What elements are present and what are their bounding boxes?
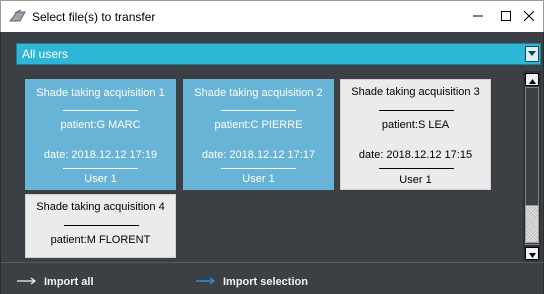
import-all-label: Import all	[44, 276, 94, 288]
divider	[221, 168, 296, 169]
title-bar: Select file(s) to transfer	[0, 0, 544, 32]
vertical-scrollbar[interactable]	[523, 71, 541, 262]
card-title: Shade taking acquisition 4	[36, 201, 165, 213]
minimize-icon	[473, 10, 483, 24]
acquisition-card[interactable]: Shade taking acquisition 2 patient:C PIE…	[183, 79, 334, 190]
card-title: Shade taking acquisition 1	[36, 87, 165, 99]
card-date: date: 2018.12.12 17:19	[43, 149, 158, 161]
divider	[221, 110, 296, 111]
dialog-body: All users Shade taking acquisition 1 pat…	[0, 32, 544, 294]
scroll-down-button[interactable]	[525, 247, 539, 260]
scroll-thumb[interactable]	[525, 205, 539, 243]
divider	[63, 168, 138, 169]
card-patient: patient:M FLORENT	[50, 234, 151, 246]
card-user: User 1	[399, 174, 432, 186]
maximize-icon	[501, 10, 511, 24]
divider	[63, 110, 138, 111]
acquisition-card[interactable]: Shade taking acquisition 4 patient:M FLO…	[25, 194, 176, 258]
triangle-down-icon	[528, 247, 536, 261]
scroll-up-button[interactable]	[525, 73, 539, 86]
card-date: date: 2018.12.12 17:17	[201, 149, 316, 161]
arrow-right-icon	[17, 276, 44, 288]
acquisition-card[interactable]: Shade taking acquisition 3 patient:S LEA…	[340, 79, 491, 190]
user-filter-value: All users	[22, 47, 69, 61]
divider	[379, 168, 454, 169]
acquisition-card[interactable]: Shade taking acquisition 1 patient:G MAR…	[25, 79, 176, 190]
divider	[64, 225, 139, 226]
card-title: Shade taking acquisition 3	[351, 86, 480, 98]
card-user: User 1	[242, 173, 275, 185]
card-patient: patient:S LEA	[381, 119, 450, 131]
window-title: Select file(s) to transfer	[32, 10, 156, 24]
card-patient: patient:C PIERRE	[214, 119, 303, 131]
close-icon	[523, 10, 534, 24]
user-filter-dropdown[interactable]: All users	[16, 43, 541, 65]
card-date: date: 2018.12.12 17:15	[358, 149, 473, 161]
chevron-down-icon[interactable]	[525, 46, 539, 62]
close-button[interactable]	[512, 1, 544, 33]
card-patient: patient:G MARC	[60, 119, 141, 131]
import-selection-button[interactable]: Import selection	[196, 276, 308, 288]
import-selection-label: Import selection	[223, 276, 308, 288]
import-all-button[interactable]: Import all	[17, 276, 94, 288]
arrow-right-icon	[196, 276, 223, 288]
card-title: Shade taking acquisition 2	[194, 87, 323, 99]
app-icon	[8, 9, 27, 23]
footer-divider	[1, 262, 544, 263]
triangle-up-icon	[528, 73, 536, 87]
divider	[379, 110, 454, 111]
card-user: User 1	[84, 173, 117, 185]
